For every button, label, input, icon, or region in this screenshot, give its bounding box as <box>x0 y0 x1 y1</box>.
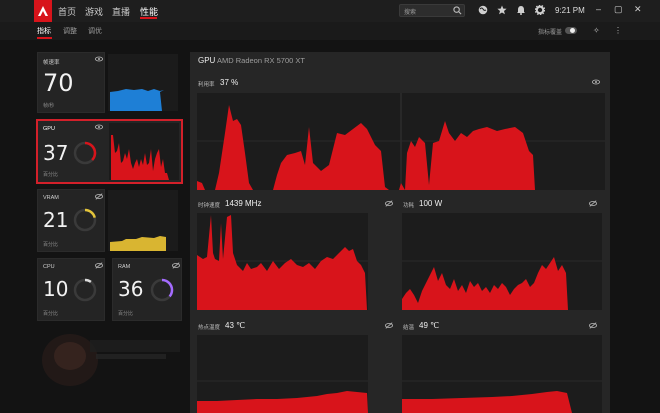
search-icon[interactable] <box>453 6 462 15</box>
metrics-overlay-label: 指标覆盖 <box>538 30 563 36</box>
power-value: 100 W <box>419 199 443 208</box>
search-placeholder: 搜索 <box>404 10 417 16</box>
junction-temp-label: 结温 <box>403 325 415 331</box>
cpu-tile[interactable]: CPU 10 百分比 <box>37 258 105 321</box>
star-icon[interactable] <box>497 5 507 15</box>
more-icon[interactable]: ⋮ <box>614 26 622 35</box>
maximize-icon[interactable]: ▢ <box>614 4 623 15</box>
nav-streaming[interactable]: 直播 <box>112 5 130 18</box>
clock-label: 时钟速度 <box>198 203 221 209</box>
nav-home[interactable]: 首页 <box>58 5 76 18</box>
gpu-value: 37 <box>43 141 69 165</box>
eye-off-icon[interactable] <box>95 262 103 269</box>
utilization-chart <box>197 93 605 190</box>
ram-value: 36 <box>118 277 144 301</box>
gpu-sparkline <box>109 123 179 180</box>
eye-off-icon[interactable] <box>95 193 103 200</box>
utilization-label: 利用率 <box>198 82 215 88</box>
ram-unit: 百分比 <box>118 311 134 317</box>
clock-time: 9:21 PM <box>555 6 585 15</box>
fps-value: 70 <box>43 69 74 97</box>
nav-games[interactable]: 游戏 <box>85 5 103 18</box>
eye-off-icon[interactable] <box>589 200 597 207</box>
cpu-label: CPU <box>43 264 55 270</box>
tab-optimize[interactable]: 调优 <box>88 26 102 36</box>
utilization-value: 37 % <box>220 78 239 87</box>
panel-subtitle: AMD Radeon RX 5700 XT <box>217 56 305 65</box>
power-chart <box>402 213 602 310</box>
vram-label: VRAM <box>43 195 59 201</box>
fps-label: 帧速率 <box>43 60 60 66</box>
hotspot-temp-label: 热点温度 <box>198 325 221 331</box>
amd-logo-icon[interactable] <box>34 0 52 22</box>
gear-icon[interactable] <box>535 5 545 15</box>
nav-active-indicator <box>140 17 157 19</box>
bug-icon[interactable]: ✧ <box>593 26 600 35</box>
search-input[interactable]: 搜索 <box>399 4 465 17</box>
eye-icon[interactable] <box>95 56 103 62</box>
ram-tile[interactable]: RAM 36 百分比 <box>112 258 182 321</box>
junction-temp-value: 49 ℃ <box>419 321 440 330</box>
vram-value: 21 <box>43 208 69 232</box>
eye-off-icon[interactable] <box>385 200 393 207</box>
panel-title: GPU <box>198 56 216 65</box>
gpu-gauge <box>73 141 97 165</box>
fps-sparkline <box>108 54 178 111</box>
eye-off-icon[interactable] <box>385 322 393 329</box>
eye-icon[interactable] <box>95 124 103 130</box>
cpu-unit: 百分比 <box>43 311 59 317</box>
gpu-detail-panel: GPU AMD Radeon RX 5700 XT 利用率 37 % 时钟速度 … <box>190 52 610 413</box>
eye-icon[interactable] <box>592 79 600 85</box>
background-artwork <box>42 334 180 386</box>
gpu-label: GPU <box>43 126 55 132</box>
hotspot-temp-value: 43 ℃ <box>225 321 246 330</box>
sub-nav-bar: 指标 调整 调优 指标覆盖 ✧ ⋮ <box>0 22 660 40</box>
tab-metrics[interactable]: 指标 <box>37 26 51 36</box>
vram-tile[interactable]: VRAM 21 百分比 <box>37 189 105 252</box>
tab-active-indicator <box>37 37 52 39</box>
minimize-icon[interactable]: – <box>596 4 601 14</box>
cpu-value: 10 <box>43 277 69 301</box>
top-nav-bar: 首页 游戏 直播 性能 搜索 9:21 PM – ▢ ✕ <box>0 0 660 22</box>
close-icon[interactable]: ✕ <box>634 4 642 15</box>
metrics-overlay-toggle[interactable] <box>565 27 577 34</box>
vram-sparkline <box>108 190 178 251</box>
ram-gauge <box>150 278 174 302</box>
bell-icon[interactable] <box>516 5 526 15</box>
power-label: 功耗 <box>403 203 415 209</box>
clock-value: 1439 MHz <box>225 199 262 208</box>
vram-unit: 百分比 <box>43 242 59 248</box>
vram-gauge <box>73 208 97 232</box>
fps-tile[interactable]: 帧速率 70 帧/秒 <box>37 52 105 113</box>
eye-off-icon[interactable] <box>589 322 597 329</box>
globe-icon[interactable] <box>478 5 488 15</box>
junction-temp-chart <box>402 335 602 413</box>
ram-label: RAM <box>118 264 131 270</box>
fps-unit: 帧/秒 <box>43 103 55 109</box>
gpu-tile[interactable]: GPU 37 百分比 <box>36 119 183 184</box>
gpu-unit: 百分比 <box>43 172 59 178</box>
cpu-gauge <box>73 278 97 302</box>
eye-off-icon[interactable] <box>172 262 180 269</box>
tab-tuning[interactable]: 调整 <box>63 26 77 36</box>
hotspot-temp-chart <box>197 335 368 413</box>
clock-chart <box>197 213 368 310</box>
